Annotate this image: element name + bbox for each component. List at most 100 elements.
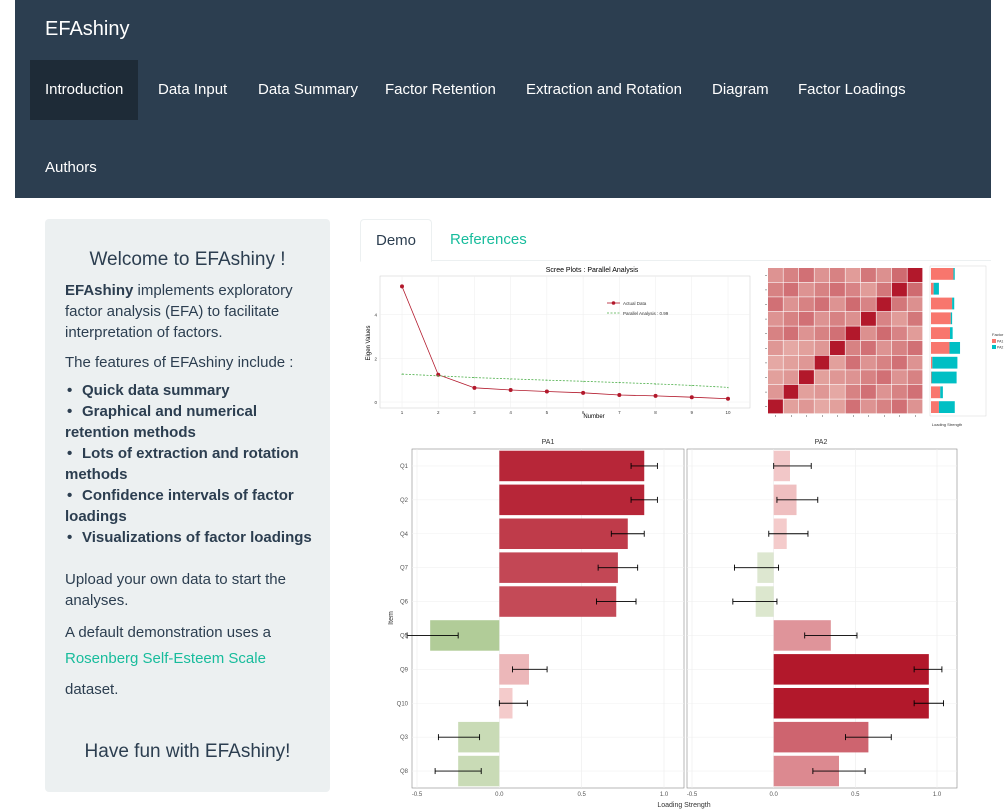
heatmap-cell: [845, 399, 861, 414]
nav-introduction[interactable]: Introduction: [30, 60, 139, 120]
demo-after-text: dataset.: [65, 681, 119, 698]
loading-xtick-label: 1.0: [933, 792, 942, 798]
heatmap-cell: [830, 326, 845, 341]
heatmap-cell: [861, 355, 876, 370]
heatmap-cell: [814, 282, 830, 297]
tab-references[interactable]: References: [435, 219, 542, 261]
heatmap-cell: [830, 282, 845, 297]
heatmap-cell: [876, 311, 892, 326]
heatmap-cell: [830, 384, 845, 399]
heatmap-cell: [907, 326, 923, 341]
heatmap-cell: [814, 341, 830, 355]
brand-title[interactable]: EFAshiny: [45, 18, 129, 41]
loading-ytick-label: Q6: [400, 600, 409, 606]
scree-legend-label: Actual Data: [623, 301, 647, 306]
heatmap-cell: [814, 297, 830, 312]
mini-legend-label: PA1: [997, 340, 1003, 344]
heatmap-cell: [876, 326, 892, 341]
mini-bar: [952, 297, 955, 310]
mini-bar: [933, 282, 939, 295]
nav-extraction-rotation[interactable]: Extraction and Rotation: [511, 60, 697, 120]
loading-xlabel: Loading Strength: [657, 802, 710, 809]
heatmap-cell: [907, 355, 923, 370]
loading-ytick-label: Q10: [397, 701, 409, 707]
mini-bar: [931, 297, 953, 310]
heatmap-cell: [814, 311, 830, 326]
heatmap-cell: [783, 326, 799, 341]
loading-ytick-label: Q2: [400, 498, 409, 504]
loading-xtick-label: -0.5: [412, 792, 423, 798]
heatmap-cell: [845, 341, 861, 355]
panel-label-pa1: PA1: [542, 439, 555, 446]
heatmap-cell: [907, 370, 923, 385]
mini-bar: [950, 327, 953, 339]
mini-legend-key: [992, 339, 996, 343]
mini-legend-label: PA2: [997, 346, 1003, 350]
heatmap-cell: [876, 370, 892, 385]
heatmap-cell: [783, 384, 799, 399]
scree-point: [726, 396, 730, 401]
heatmap-cell: [830, 355, 845, 370]
heatmap-cell: [892, 268, 907, 282]
loading-bar: [773, 687, 929, 719]
scree-panel: [379, 275, 751, 409]
scree-point: [689, 395, 694, 400]
loading-ytick-label: Q7: [400, 566, 409, 572]
mini-bar: [931, 327, 951, 339]
nav-authors[interactable]: Authors: [30, 138, 112, 198]
navbar: EFAshiny Introduction Data Input Data Su…: [15, 0, 991, 198]
heatmap-cell: [845, 326, 861, 341]
heatmap-cell: [892, 282, 907, 297]
nav-data-summary[interactable]: Data Summary: [243, 60, 373, 120]
heatmap-cell: [814, 355, 830, 370]
heatmap-cell: [830, 399, 845, 414]
heatmap-cell: [830, 370, 845, 385]
heatmap-cell: [783, 355, 799, 370]
heatmap-cell: [845, 282, 861, 297]
nav-factor-loadings[interactable]: Factor Loadings: [783, 60, 921, 120]
loading-bar: [499, 484, 645, 516]
heatmap-cell: [768, 326, 783, 341]
nav-diagram[interactable]: Diagram: [697, 60, 784, 120]
loading-bar: [773, 654, 929, 685]
main-tabs: Demo References: [360, 219, 991, 262]
loading-ytick-label: Q4: [400, 532, 409, 538]
heatmap-cell: [768, 268, 783, 282]
nav-factor-retention[interactable]: Factor Retention: [370, 60, 511, 120]
heatmap-cell: [799, 268, 814, 282]
features-list: Quick data summary Graphical and numeric…: [65, 380, 315, 548]
sidebar-panel: Welcome to EFAshiny ! EFAshiny implement…: [45, 219, 330, 792]
heatmap-cell: [845, 355, 861, 370]
mini-bar: [932, 356, 958, 369]
mini-bar: [931, 386, 941, 399]
heatmap-cell: [892, 399, 907, 414]
loading-ytick-label: Q5: [400, 633, 409, 639]
loading-ylabel: Item: [388, 611, 395, 625]
mini-bar: [931, 282, 934, 295]
heatmap-cell: [768, 282, 783, 297]
intro-paragraph: EFAshiny implements exploratory factor a…: [65, 280, 320, 343]
heatmap-cell: [845, 311, 861, 326]
panel-label-pa2: PA2: [815, 439, 828, 446]
loading-bar: [499, 450, 645, 482]
heatmap-cell: [799, 399, 814, 414]
tab-demo[interactable]: Demo: [360, 219, 433, 262]
heatmap-cell: [845, 370, 861, 385]
mini-bar: [931, 312, 951, 325]
heatmap-cell: [861, 341, 876, 355]
mini-bar: [953, 268, 955, 280]
nav-data-input[interactable]: Data Input: [143, 60, 242, 120]
heatmap-cell: [783, 268, 799, 282]
loading-xtick-label: 0.5: [851, 792, 860, 798]
heatmap-cell: [861, 268, 876, 282]
feature-item: Graphical and numerical retention method…: [65, 401, 315, 443]
scree-legend-label: Parallel Analysis : 0.99: [623, 311, 669, 316]
rosenberg-link[interactable]: Rosenberg Self-Esteem Scale: [65, 648, 320, 669]
mini-xlabel: Loading Strength: [932, 422, 962, 427]
scree-point: [544, 389, 549, 394]
heatmap-cell: [768, 384, 783, 399]
heatmap-cell: [768, 399, 783, 414]
heatmap-cell: [783, 297, 799, 312]
loading-bar: [499, 518, 628, 550]
heatmap-cell: [799, 311, 814, 326]
